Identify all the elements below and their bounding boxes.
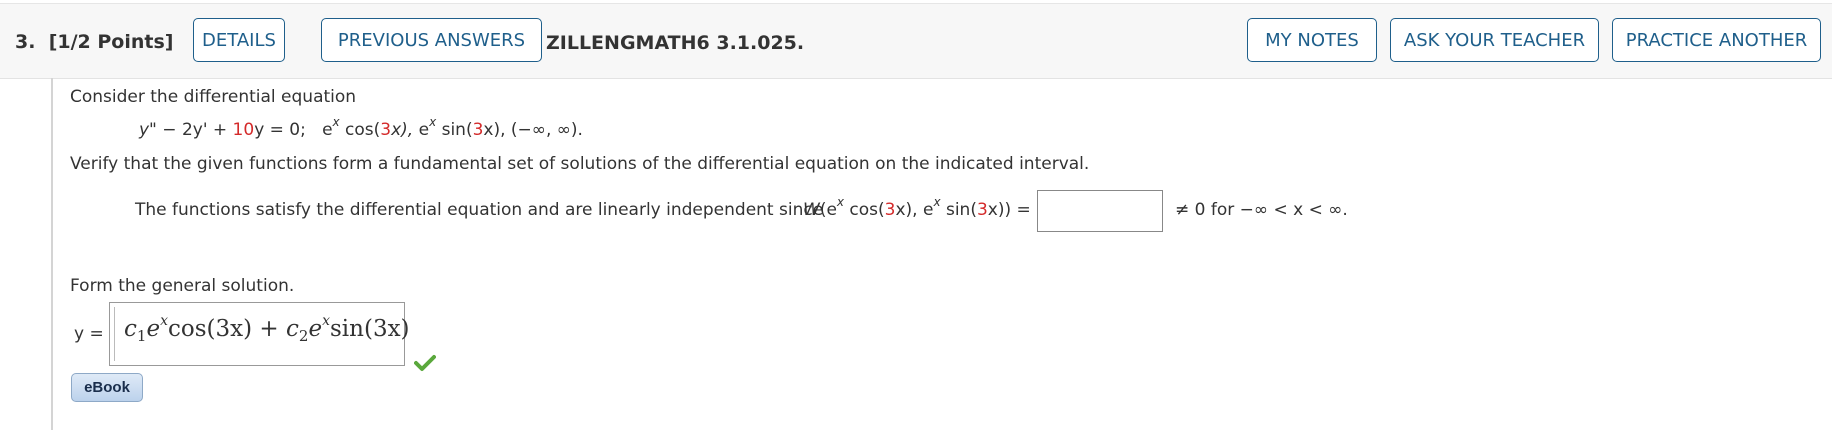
answer-expression: c1excos(3x) + c2exsin(3x) (124, 313, 410, 345)
wronskian-lead-text: The functions satisfy the differential e… (135, 200, 824, 220)
assignment-id: ZILLENGMATH6 3.1.025. (546, 32, 805, 54)
my-notes-button[interactable]: MY NOTES (1247, 18, 1377, 62)
check-icon (414, 355, 436, 371)
verify-text: Verify that the given functions form a f… (70, 154, 1090, 174)
previous-answers-button[interactable]: PREVIOUS ANSWERS (321, 18, 542, 62)
wronskian-expression: W(ex cos(3x), ex sin(3x)) = (803, 195, 1031, 220)
wronskian-condition: ≠ 0 for −∞ < x < ∞. (1175, 200, 1348, 220)
question-header: 3. [1/2 Points] DETAILS PREVIOUS ANSWERS… (0, 3, 1832, 79)
general-solution-answer[interactable]: c1excos(3x) + c2exsin(3x) (109, 302, 410, 366)
practice-another-button[interactable]: PRACTICE ANOTHER (1612, 18, 1821, 62)
details-button[interactable]: DETAILS (193, 18, 285, 62)
general-solution-prompt: Form the general solution. (70, 276, 295, 296)
content-left-border (51, 78, 53, 430)
differential-equation: y" − 2y' + 10y = 0; ex cos(3x), ex sin(3… (139, 115, 583, 140)
y-label: y = (74, 324, 104, 344)
intro-text: Consider the differential equation (70, 87, 357, 107)
question-points: 3. [1/2 Points] (15, 31, 174, 53)
ebook-button[interactable]: eBook (71, 373, 143, 402)
answer-box-divider (114, 307, 115, 361)
ask-your-teacher-button[interactable]: ASK YOUR TEACHER (1390, 18, 1599, 62)
wronskian-input[interactable] (1037, 190, 1163, 232)
